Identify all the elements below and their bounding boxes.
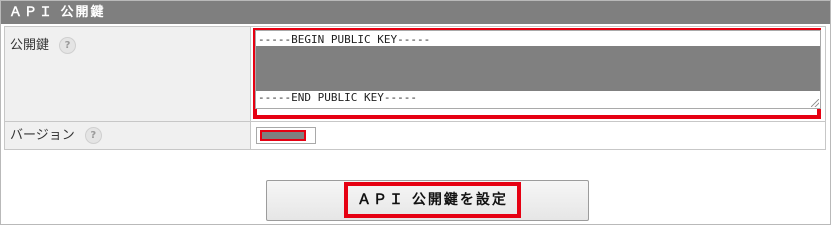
version-label: バージョン [10,128,75,143]
public-key-label-cell: 公開鍵? [5,27,251,121]
version-label-cell: バージョン? [5,122,251,149]
public-key-label: 公開鍵 [10,38,50,53]
public-key-end-line: -----END PUBLIC KEY----- [258,91,417,104]
public-key-begin-line: -----BEGIN PUBLIC KEY----- [258,33,431,46]
version-redacted-value [260,130,306,141]
submit-button-label: ＡＰＩ 公開鍵を設定 [344,182,521,218]
version-input[interactable] [256,127,316,144]
public-key-row: 公開鍵? -----BEGIN PUBLIC KEY----- -----END… [4,26,826,122]
public-key-textarea[interactable]: -----BEGIN PUBLIC KEY----- -----END PUBL… [255,30,821,109]
public-key-redacted-block [256,46,820,91]
set-api-public-key-button[interactable]: ＡＰＩ 公開鍵を設定 [266,180,589,221]
section-header: ＡＰＩ 公開鍵 [1,1,830,24]
help-icon[interactable]: ? [59,37,77,54]
help-icon[interactable]: ? [84,127,102,144]
resize-grip-icon[interactable] [811,99,819,107]
version-row: バージョン? [4,121,826,150]
